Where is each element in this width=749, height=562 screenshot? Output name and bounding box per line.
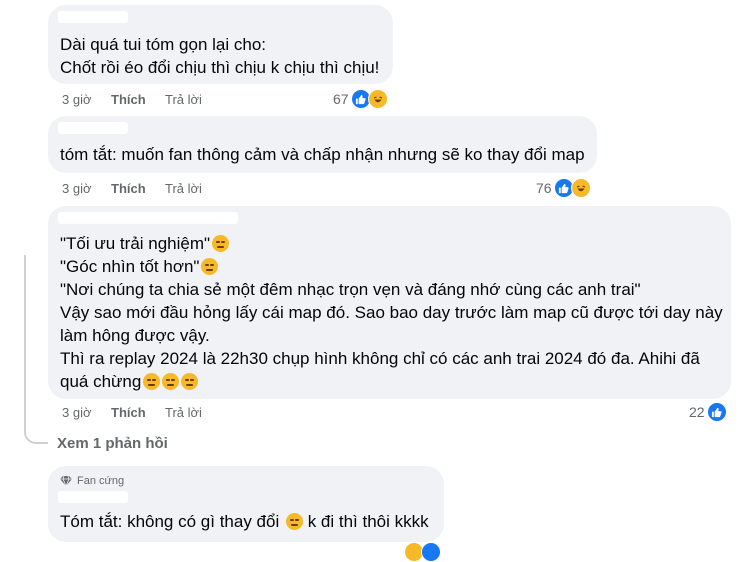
timestamp[interactable]: 3 giờ [62, 92, 111, 107]
comment-text-line: "Góc nhìn tốt hơn" [60, 257, 200, 276]
like-button[interactable]: Thích [111, 405, 165, 420]
comment-text-line: làm hông được vậy. [60, 326, 210, 345]
smirk-emoji-icon [201, 258, 219, 275]
comment-text-line: Tóm tắt: không có gì thay đổi [60, 512, 280, 531]
comment-text-line: Vậy sao mới đầu hỏng lấy cái map đó. Sao… [60, 303, 723, 322]
reaction-count: 76 [536, 180, 552, 196]
comment-text-line: "Nơi chúng ta chia sẻ một đêm nhạc trọn … [60, 280, 641, 299]
timestamp[interactable]: 3 giờ [62, 405, 111, 420]
comment-bubble-1: Dài quá tui tóm gọn lại cho: Chốt rồi éo… [48, 5, 393, 84]
comment-text-line: Chốt rồi éo đổi chịu thì chịu k chịu thì… [60, 58, 380, 77]
haha-icon [570, 178, 591, 198]
comment-bubble-2: tóm tắt: muốn fan thông cảm và chấp nhận… [48, 116, 597, 173]
author-name-redacted[interactable] [58, 491, 128, 503]
smirk-emoji-icon [162, 373, 180, 390]
like-button[interactable]: Thích [111, 92, 165, 107]
comment-text-line: tóm tắt: muốn fan thông cảm và chấp nhận… [60, 145, 585, 164]
diamond-icon [60, 476, 72, 486]
badge-label: Fan cứng [77, 475, 125, 487]
comment-actions-1: 3 giờ Thích Trả lời [62, 92, 202, 107]
laugh-emoji-icon [285, 513, 303, 530]
comment-actions-2: 3 giờ Thích Trả lời [62, 181, 202, 196]
smirk-emoji-icon [212, 235, 230, 252]
comment-text-line: Dài quá tui tóm gọn lại cho: [60, 35, 267, 54]
reaction-summary-1[interactable]: 67 [333, 89, 388, 109]
comment-bubble-3: "Tối ưu trải nghiệm" "Góc nhìn tốt hơn" … [48, 206, 731, 399]
reaction-count: 67 [333, 91, 349, 107]
reply-button[interactable]: Trả lời [165, 92, 202, 107]
see-replies-link[interactable]: Xem 1 phản hồi [57, 435, 168, 452]
reply-button[interactable]: Trả lời [165, 181, 202, 196]
comment-actions-3: 3 giờ Thích Trả lời [62, 405, 202, 420]
thread-connector [24, 420, 48, 444]
comment-bubble-4: Fan cứng Tóm tắt: không có gì thay đổi k… [48, 466, 444, 542]
thread-line [24, 255, 26, 425]
haha-icon [367, 89, 388, 109]
reaction-summary-2[interactable]: 76 [536, 178, 591, 198]
reply-button[interactable]: Trả lời [165, 405, 202, 420]
reaction-summary-4[interactable] [404, 542, 441, 562]
author-name-redacted[interactable] [58, 212, 238, 224]
smirk-emoji-icon [181, 373, 199, 390]
smirk-emoji-icon [143, 373, 161, 390]
like-button[interactable]: Thích [111, 181, 165, 196]
timestamp[interactable]: 3 giờ [62, 181, 111, 196]
like-icon [421, 542, 441, 562]
reaction-summary-3[interactable]: 22 [689, 402, 727, 422]
comment-text-line: Thì ra replay 2024 là 22h30 chụp hình kh… [60, 349, 700, 368]
top-fan-badge: Fan cứng [60, 475, 124, 487]
comment-text-line: "Tối ưu trải nghiệm" [60, 234, 211, 253]
author-name-redacted[interactable] [58, 122, 128, 134]
like-icon [706, 402, 727, 422]
comment-text-line: k đi thì thôi kkkk [307, 512, 429, 531]
comment-text-line: quá chừng [60, 372, 142, 391]
author-name-redacted[interactable] [58, 11, 128, 23]
reaction-count: 22 [689, 404, 705, 420]
